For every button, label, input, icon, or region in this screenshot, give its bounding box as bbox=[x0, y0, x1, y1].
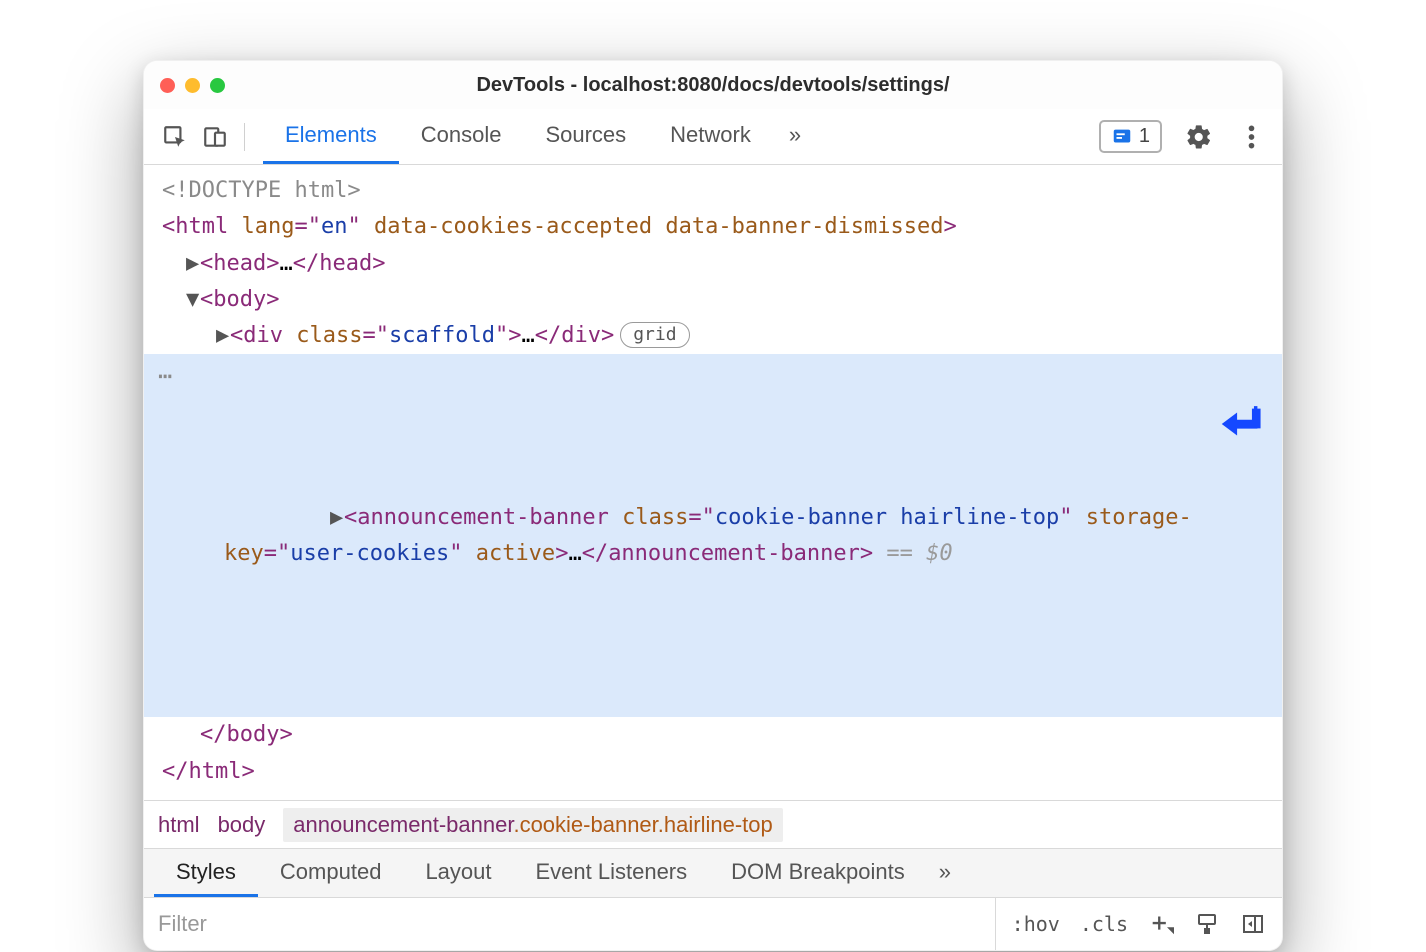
paint-flash-icon[interactable] bbox=[1194, 911, 1220, 937]
dom-html-open[interactable]: <html lang="en" data-cookies-accepted da… bbox=[144, 209, 1282, 245]
more-actions-icon[interactable]: ⋯ bbox=[158, 364, 172, 388]
settings-gear-icon[interactable] bbox=[1182, 120, 1216, 154]
breadcrumb: html body announcement-banner.cookie-ban… bbox=[144, 800, 1282, 848]
ptab-event-listeners[interactable]: Event Listeners bbox=[514, 849, 710, 897]
close-window-button[interactable] bbox=[160, 78, 175, 93]
devtools-window: DevTools - localhost:8080/docs/devtools/… bbox=[143, 60, 1283, 951]
ptabs-overflow[interactable]: » bbox=[927, 849, 963, 897]
expand-triangle-icon[interactable]: ▶ bbox=[330, 500, 344, 536]
grid-badge[interactable]: grid bbox=[620, 322, 689, 348]
dom-head[interactable]: ▶<head>…</head> bbox=[144, 246, 1282, 282]
tab-console[interactable]: Console bbox=[399, 109, 524, 164]
dom-div-scaffold[interactable]: ▶<div class="scaffold">…</div>grid bbox=[144, 318, 1282, 354]
more-menu-icon[interactable] bbox=[1234, 120, 1268, 154]
issues-badge[interactable]: 1 bbox=[1099, 120, 1162, 153]
device-toolbar-icon[interactable] bbox=[198, 120, 232, 154]
crumb-body[interactable]: body bbox=[218, 812, 266, 838]
styles-pane-tabs: Styles Computed Layout Event Listeners D… bbox=[144, 848, 1282, 898]
dom-html-close[interactable]: </html> bbox=[144, 754, 1282, 790]
styles-filter-input[interactable] bbox=[144, 898, 996, 950]
pointer-arrow-icon bbox=[1110, 364, 1262, 495]
issues-count: 1 bbox=[1139, 125, 1150, 148]
dom-selected-node[interactable]: ⋯ ▶<announcement-banner class="cookie-ba… bbox=[144, 354, 1282, 717]
toolbar-divider bbox=[244, 123, 245, 151]
ptab-layout[interactable]: Layout bbox=[403, 849, 513, 897]
ptab-computed[interactable]: Computed bbox=[258, 849, 404, 897]
titlebar: DevTools - localhost:8080/docs/devtools/… bbox=[144, 61, 1282, 109]
styles-toolbar: :hov .cls bbox=[996, 911, 1282, 937]
hov-toggle[interactable]: :hov bbox=[1012, 912, 1060, 936]
expand-triangle-icon[interactable]: ▶ bbox=[216, 318, 230, 354]
cls-toggle[interactable]: .cls bbox=[1080, 912, 1128, 936]
crumb-html[interactable]: html bbox=[158, 812, 200, 838]
new-style-rule-icon[interactable] bbox=[1148, 911, 1174, 937]
panel-tabs: Elements Console Sources Network bbox=[263, 109, 773, 164]
styles-filter-bar: :hov .cls bbox=[144, 898, 1282, 950]
maximize-window-button[interactable] bbox=[210, 78, 225, 93]
computed-sidebar-toggle-icon[interactable] bbox=[1240, 911, 1266, 937]
dom-doctype[interactable]: <!DOCTYPE html> bbox=[144, 173, 1282, 209]
tab-elements[interactable]: Elements bbox=[263, 109, 399, 164]
collapse-triangle-icon[interactable]: ▼ bbox=[186, 282, 200, 318]
window-title: DevTools - localhost:8080/docs/devtools/… bbox=[144, 74, 1282, 97]
ptab-styles[interactable]: Styles bbox=[154, 849, 258, 897]
ptab-dom-breakpoints[interactable]: DOM Breakpoints bbox=[709, 849, 927, 897]
main-toolbar: Elements Console Sources Network » 1 bbox=[144, 109, 1282, 165]
tab-sources[interactable]: Sources bbox=[523, 109, 648, 164]
dom-body-open[interactable]: ▼<body> bbox=[144, 282, 1282, 318]
inspect-element-icon[interactable] bbox=[158, 120, 192, 154]
tabs-overflow[interactable]: » bbox=[779, 122, 811, 151]
dom-tree[interactable]: <!DOCTYPE html> <html lang="en" data-coo… bbox=[144, 165, 1282, 800]
tab-network[interactable]: Network bbox=[648, 109, 773, 164]
window-controls bbox=[160, 78, 225, 93]
crumb-selected[interactable]: announcement-banner.cookie-banner.hairli… bbox=[283, 808, 782, 842]
minimize-window-button[interactable] bbox=[185, 78, 200, 93]
expand-triangle-icon[interactable]: ▶ bbox=[186, 246, 200, 282]
dom-body-close[interactable]: </body> bbox=[144, 717, 1282, 753]
